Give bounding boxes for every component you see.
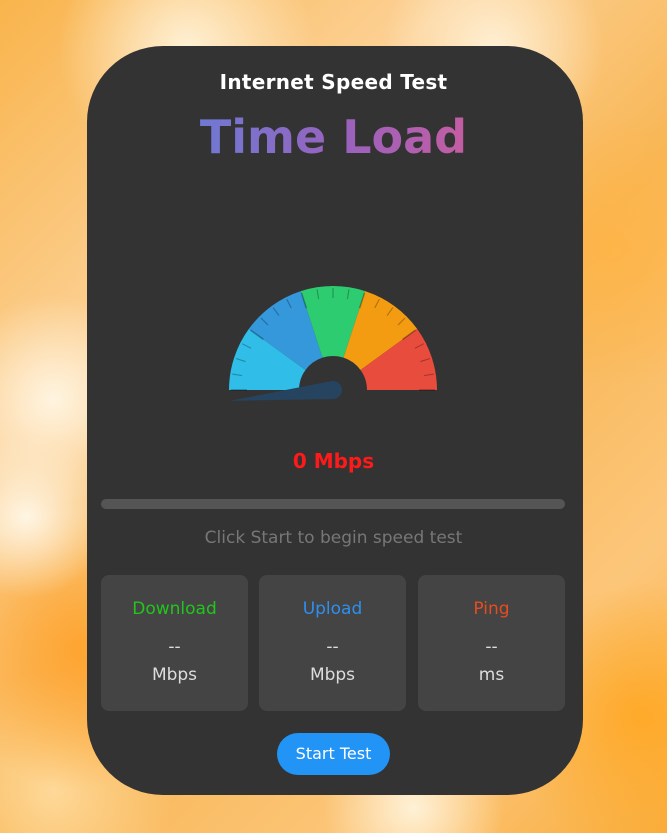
download-label: Download <box>132 599 217 619</box>
ping-label: Ping <box>473 599 510 619</box>
app-title: Internet Speed Test <box>219 70 448 94</box>
ping-value: -- <box>485 637 498 657</box>
brand-logo-text: Time Load <box>0 108 667 166</box>
upload-value: -- <box>326 637 339 657</box>
upload-stat-card: Upload -- Mbps <box>259 575 406 711</box>
brand-name: Time Load <box>199 110 468 164</box>
ping-unit: ms <box>478 665 505 685</box>
speed-gauge <box>229 286 437 408</box>
current-speed-readout: 0 Mbps <box>292 449 375 473</box>
download-stat-card: Download -- Mbps <box>101 575 248 711</box>
status-message: Click Start to begin speed test <box>204 528 463 548</box>
download-unit: Mbps <box>151 665 198 685</box>
start-test-button[interactable]: Start Test <box>277 733 390 775</box>
upload-unit: Mbps <box>309 665 356 685</box>
test-progress-bar <box>101 499 565 509</box>
ping-stat-card: Ping -- ms <box>418 575 565 711</box>
upload-label: Upload <box>302 599 363 619</box>
download-value: -- <box>168 637 181 657</box>
